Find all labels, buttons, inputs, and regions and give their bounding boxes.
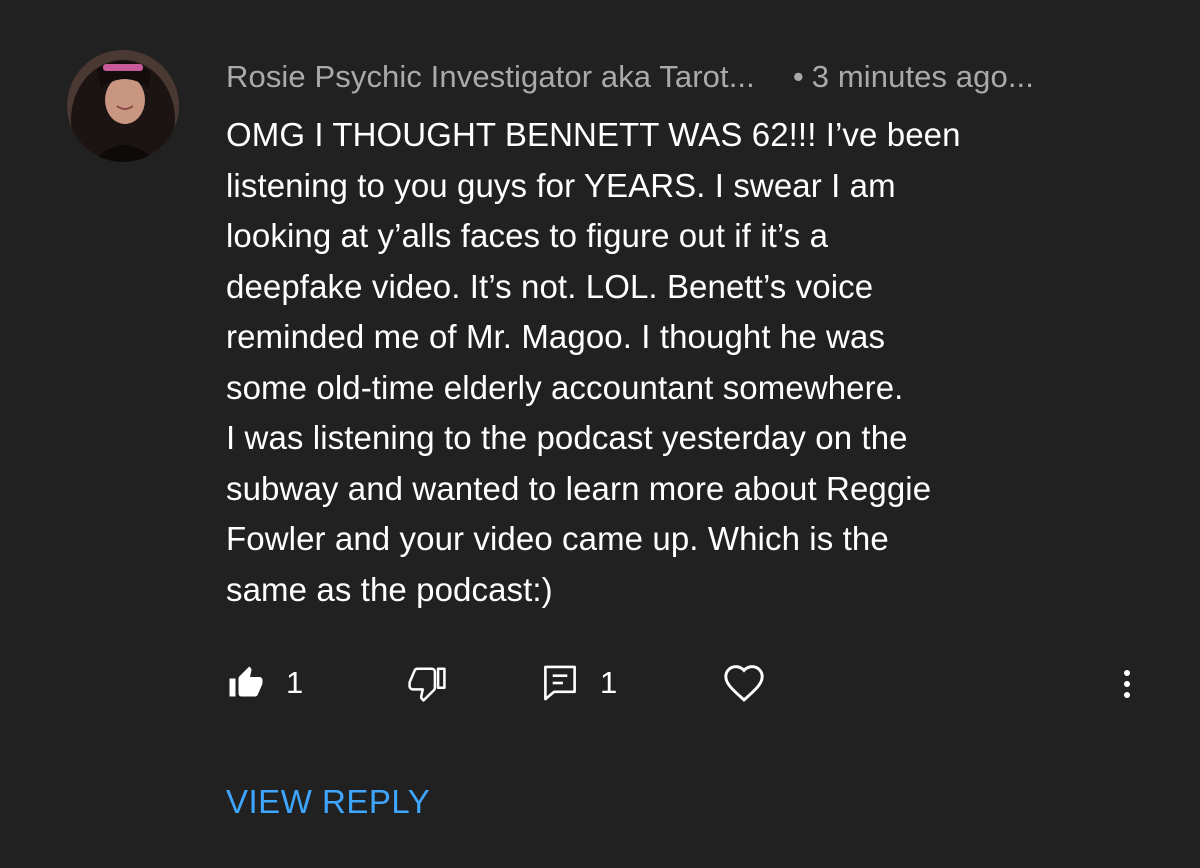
like-button[interactable]: 1: [228, 655, 303, 711]
dislike-button[interactable]: [408, 655, 446, 711]
view-reply-link[interactable]: VIEW REPLY: [226, 782, 430, 822]
vertical-ellipsis-icon: [1124, 670, 1130, 698]
author-name[interactable]: Rosie Psychic Investigator aka Tarot...: [226, 58, 755, 96]
thumbs-up-filled-icon: [229, 666, 263, 697]
avatar[interactable]: [67, 50, 179, 162]
heart-outline-icon: [724, 665, 764, 702]
comment-actions: 1 1: [0, 655, 1200, 711]
like-count: 1: [286, 665, 304, 700]
comment-timestamp: 3 minutes ago...: [811, 59, 1034, 94]
reply-count: 1: [600, 665, 618, 700]
thumbs-down-outline-icon: [408, 667, 446, 702]
meta-separator: •: [792, 59, 804, 94]
comment-text: OMG I THOUGHT BENNETT WAS 62!!! I’ve bee…: [226, 116, 961, 608]
comment-reply-icon: [544, 665, 576, 701]
avatar-image: [67, 50, 179, 162]
comment-header: Rosie Psychic Investigator aka Tarot... •…: [226, 58, 1034, 96]
heart-button[interactable]: [722, 655, 766, 711]
reply-button[interactable]: 1: [542, 655, 617, 711]
comment-card: Rosie Psychic Investigator aka Tarot... •…: [0, 0, 1200, 868]
more-options-button[interactable]: [1112, 655, 1142, 711]
